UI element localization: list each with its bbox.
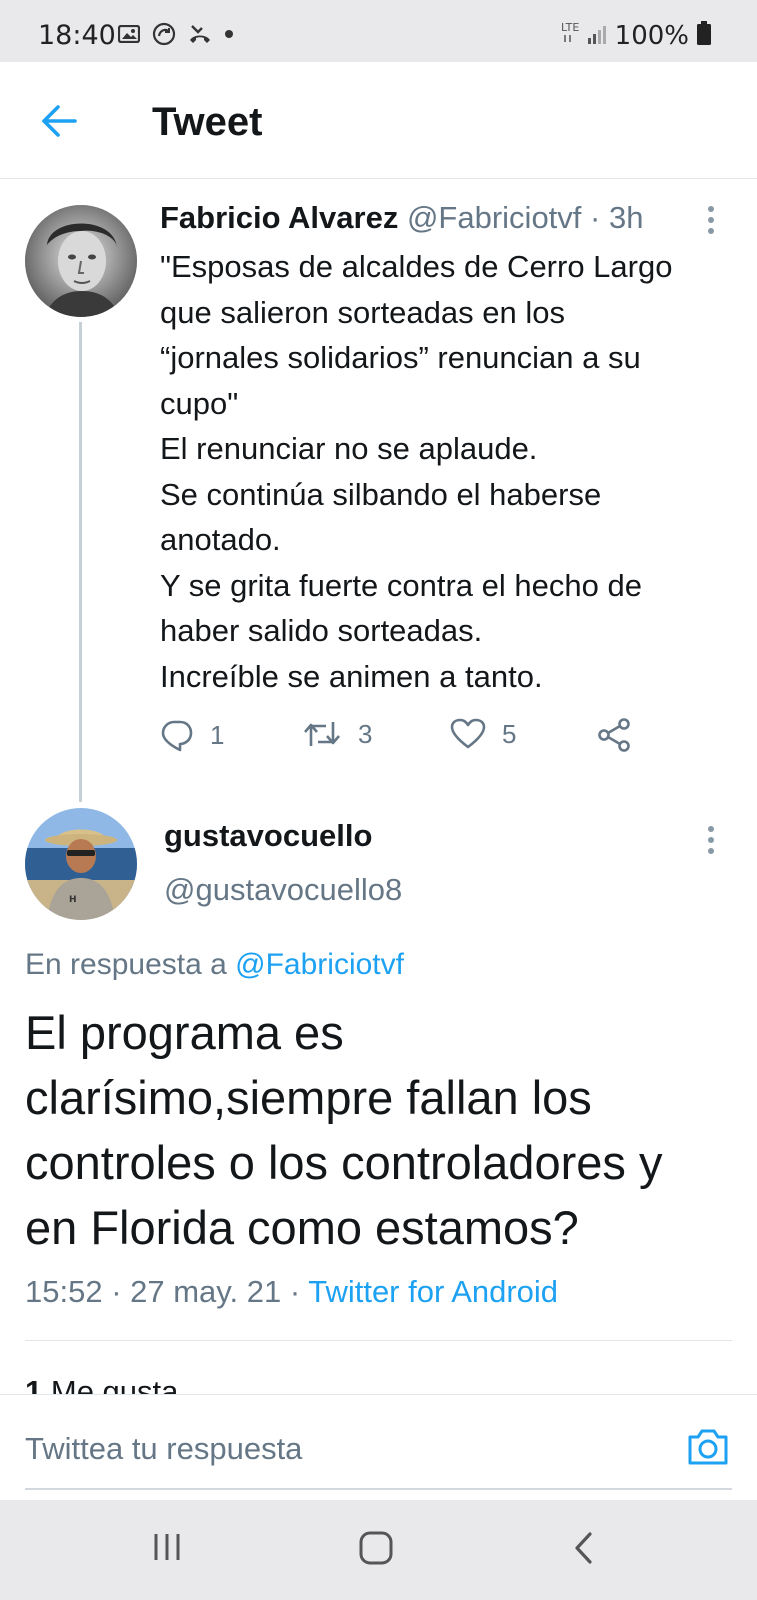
tweet-actions: 1 3 5	[160, 718, 650, 762]
reply-prefix: En respuesta a	[25, 948, 227, 981]
text-line: haber salido sorteadas.	[160, 613, 483, 648]
text-line: Increíble se animen a tanto.	[160, 658, 543, 694]
dot-icon	[224, 29, 234, 39]
retweet-icon	[304, 722, 340, 746]
likes-label: Me gusta	[50, 1374, 179, 1394]
reply-composer: Twittea tu respuesta	[0, 1394, 757, 1500]
camera-button[interactable]	[686, 1427, 730, 1472]
chevron-left-icon	[575, 1532, 592, 1564]
thread-connector	[79, 322, 82, 802]
reply-author-avatar[interactable]: H	[25, 808, 137, 920]
tweet-time: 3h	[608, 200, 644, 235]
more-options-button[interactable]	[706, 205, 716, 240]
home-icon	[359, 1531, 393, 1565]
retweet-button[interactable]: 3	[302, 718, 372, 750]
top-app-bar: Tweet	[0, 62, 757, 179]
recent-apps-button[interactable]	[150, 1530, 184, 1564]
tweet-source-link[interactable]: Twitter for Android	[308, 1274, 558, 1309]
camera-icon	[688, 1429, 728, 1465]
parent-tweet-header: Fabricio Alvarez @Fabriciotvf · 3h	[160, 200, 643, 236]
composer-underline	[25, 1488, 732, 1490]
author-name[interactable]: Fabricio Alvarez	[160, 200, 398, 235]
network-type: LTE	[561, 21, 579, 34]
status-bar: 18:40 LTE 100%	[0, 0, 757, 62]
text-line: Y se grita fuerte contra el hecho de	[160, 567, 642, 603]
notification-icons	[118, 22, 234, 46]
text-line: El renunciar no se aplaude.	[160, 431, 538, 466]
back-button[interactable]	[38, 100, 80, 142]
battery-percent: 100%	[614, 20, 689, 51]
sync-icon	[152, 22, 176, 46]
battery-icon	[697, 21, 711, 50]
author-handle[interactable]: @Fabriciotvf	[407, 200, 581, 235]
tweet-meta: 15:52 · 27 may. 21 · Twitter for Android	[25, 1274, 559, 1309]
text-line: en Florida como estamos?	[25, 1201, 579, 1254]
tweet-date: 27 may. 21	[130, 1274, 282, 1309]
likes-count: 1	[25, 1374, 43, 1394]
reply-input[interactable]: Twittea tu respuesta	[25, 1431, 302, 1467]
page-title: Tweet	[152, 100, 263, 144]
share-button[interactable]	[596, 718, 632, 752]
like-button[interactable]: 5	[450, 718, 516, 750]
more-vertical-icon	[708, 206, 714, 234]
more-options-button[interactable]	[706, 825, 716, 860]
signal-icon: LTE	[561, 20, 607, 51]
arrow-left-icon	[42, 105, 77, 137]
reply-count: 1	[210, 719, 225, 750]
like-count: 5	[502, 718, 517, 749]
reply-author-name[interactable]: gustavocuello	[164, 818, 372, 854]
tweet-time: 15:52	[25, 1274, 103, 1309]
text-line: clarísimo,siempre fallan los	[25, 1071, 592, 1124]
status-right: LTE 100%	[561, 20, 711, 51]
gallery-icon	[118, 25, 140, 43]
reply-to-link[interactable]: @Fabriciotvf	[235, 948, 404, 981]
recents-icon	[154, 1534, 180, 1560]
text-line: anotado.	[160, 522, 281, 557]
missed-call-icon	[188, 22, 212, 46]
status-time: 18:40	[38, 20, 116, 51]
text-line: “jornales solidarios” renuncian a su	[160, 340, 641, 375]
home-button[interactable]	[358, 1530, 394, 1566]
reply-author-handle[interactable]: @gustavocuello8	[164, 872, 402, 908]
reply-tweet-text: El programa es clarísimo,siempre fallan …	[25, 1000, 740, 1260]
separator: ·	[590, 200, 601, 235]
text-line: El programa es	[25, 1006, 344, 1059]
reply-button[interactable]: 1	[160, 718, 224, 752]
likes-summary[interactable]: 1 Me gusta	[25, 1372, 178, 1394]
retweet-count: 3	[358, 718, 373, 749]
text-line: "Esposas de alcaldes de Cerro Largo	[160, 249, 673, 284]
system-nav-bar	[0, 1500, 757, 1600]
svg-text:H: H	[69, 895, 77, 905]
text-line: Se continúa silbando el haberse	[160, 476, 602, 512]
more-vertical-icon	[708, 826, 714, 854]
text-line: cupo"	[160, 385, 239, 421]
text-line: que salieron sorteadas en los	[160, 294, 565, 330]
heart-icon	[450, 718, 486, 749]
share-icon	[598, 718, 630, 752]
reply-icon	[161, 720, 193, 752]
text-line: controles o los controladores y	[25, 1136, 663, 1189]
author-avatar[interactable]	[25, 205, 137, 317]
parent-tweet-text: "Esposas de alcaldes de Cerro Largo que …	[160, 244, 735, 699]
divider	[25, 1340, 732, 1341]
reply-context: En respuesta a @Fabriciotvf	[25, 948, 404, 982]
back-nav-button[interactable]	[572, 1530, 596, 1566]
